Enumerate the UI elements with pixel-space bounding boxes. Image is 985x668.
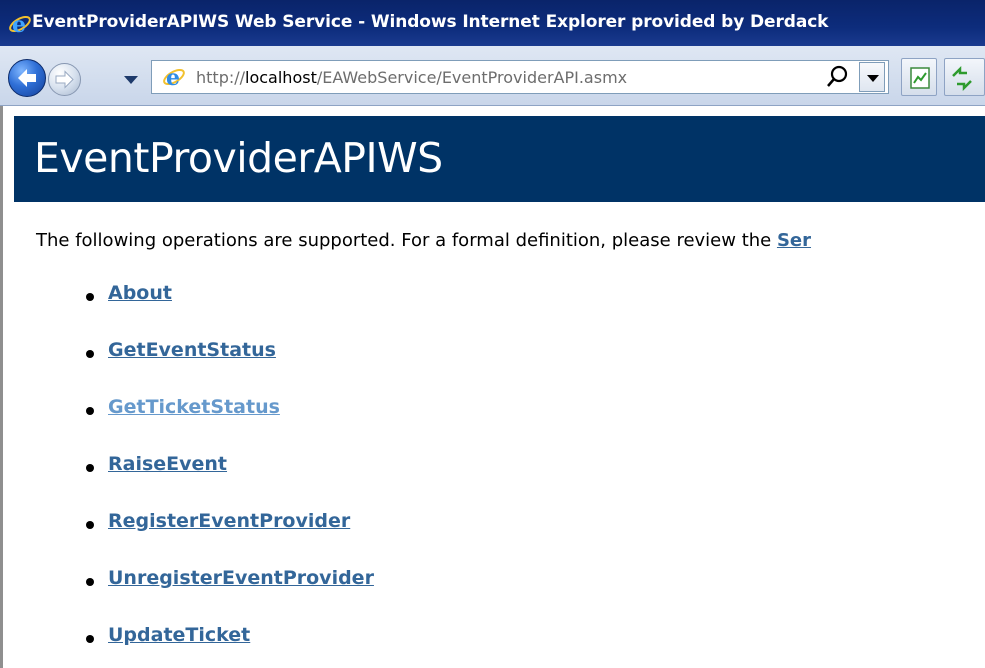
bullet-icon: [86, 407, 94, 415]
bullet-icon: [86, 635, 94, 643]
operations-list: About GetEventStatus GetTicketStatus Rai…: [0, 106, 985, 668]
url-prefix: http://: [196, 68, 246, 87]
ie-logo-icon: e: [9, 12, 31, 36]
operation-link-updateticket[interactable]: UpdateTicket: [108, 624, 250, 646]
operation-link-geteventstatus[interactable]: GetEventStatus: [108, 339, 276, 361]
bullet-icon: [86, 578, 94, 586]
url-path: /EAWebService/EventProviderAPI.asmx: [316, 68, 628, 87]
bullet-icon: [86, 521, 94, 529]
forward-button[interactable]: [48, 63, 81, 96]
chevron-down-icon: [867, 75, 879, 82]
search-icon: [827, 65, 848, 87]
page-content: EventProviderAPIWS The following operati…: [0, 106, 985, 668]
address-bar[interactable]: e http://localhost/EAWebService/EventPro…: [151, 60, 889, 94]
forward-arrow-icon: [55, 70, 74, 89]
operation-link-raiseevent[interactable]: RaiseEvent: [108, 453, 227, 475]
operation-link-about[interactable]: About: [108, 282, 172, 304]
back-button[interactable]: [8, 59, 46, 97]
compatibility-view-button[interactable]: [901, 58, 937, 96]
bullet-icon: [86, 293, 94, 301]
operation-link-registereventprovider[interactable]: RegisterEventProvider: [108, 510, 350, 532]
svg-text:e: e: [166, 65, 180, 89]
bullet-icon: [86, 350, 94, 358]
back-arrow-icon: [18, 69, 36, 87]
compatibility-view-icon: [910, 67, 930, 89]
window-titlebar[interactable]: e EventProviderAPIWS Web Service - Windo…: [0, 0, 985, 46]
operation-link-getticketstatus[interactable]: GetTicketStatus: [108, 396, 280, 418]
address-search-button[interactable]: [819, 60, 857, 94]
bullet-icon: [86, 464, 94, 472]
ie-page-icon: e: [163, 65, 185, 89]
refresh-button[interactable]: [944, 58, 985, 96]
svg-text:e: e: [12, 12, 26, 36]
history-dropdown-icon[interactable]: [118, 66, 144, 92]
address-dropdown-button[interactable]: [859, 62, 885, 92]
operation-link-unregistereventprovider[interactable]: UnregisterEventProvider: [108, 567, 374, 589]
refresh-icon: [952, 65, 972, 92]
url-host: localhost: [245, 68, 317, 87]
address-url[interactable]: http://localhost/EAWebService/EventProvi…: [196, 68, 627, 87]
window-title: EventProviderAPIWS Web Service - Windows…: [32, 12, 829, 32]
